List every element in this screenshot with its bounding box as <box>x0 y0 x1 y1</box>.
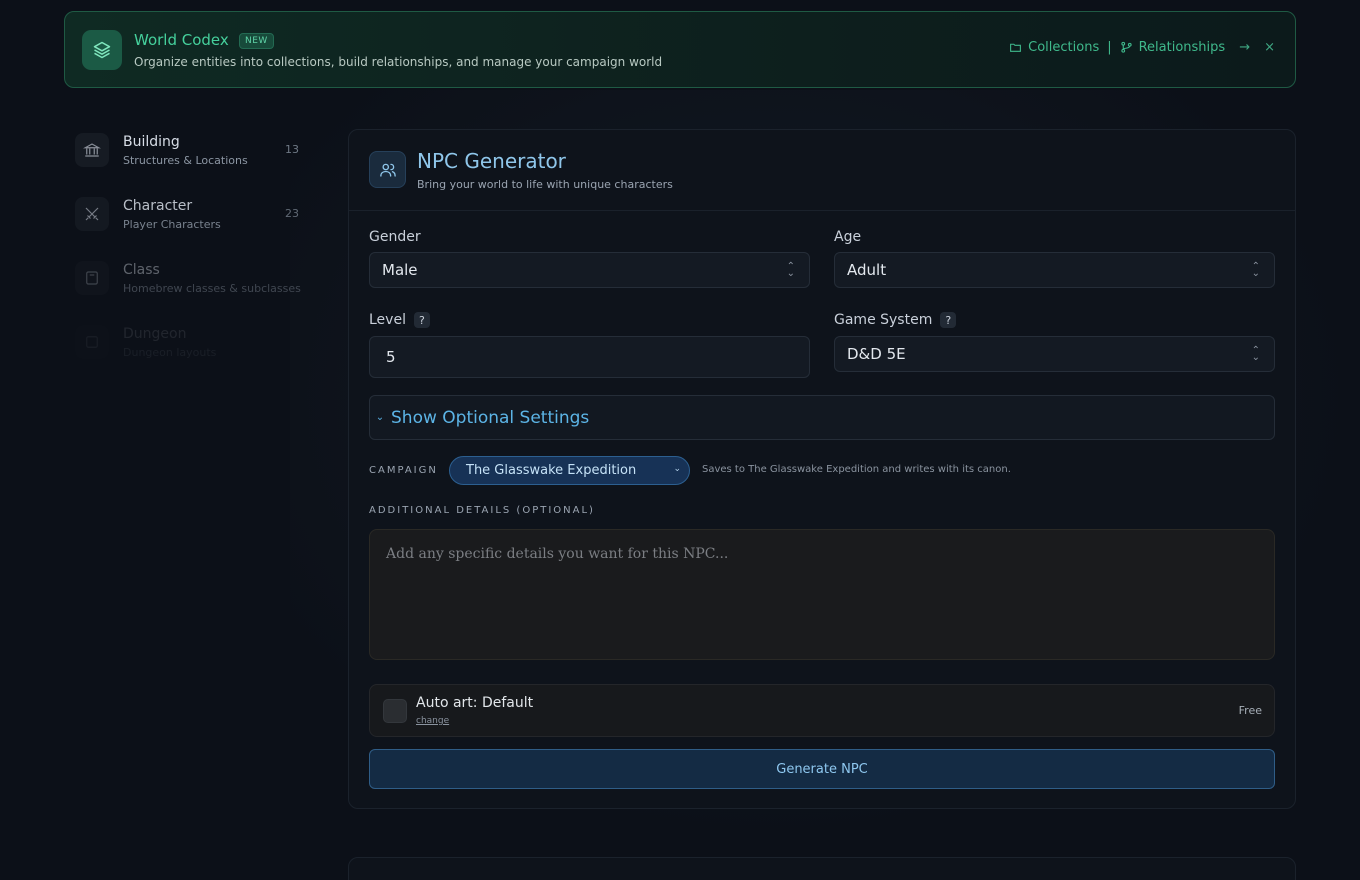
campaign-note: Saves to The Glasswake Expedition and wr… <box>702 464 1011 475</box>
dungeon-icon <box>75 325 109 359</box>
swords-icon <box>75 197 109 231</box>
auto-art-change-link[interactable]: change <box>416 716 449 726</box>
book-icon <box>75 261 109 295</box>
help-icon[interactable]: ? <box>413 312 430 328</box>
sidebar-item-description: Structures & Locations <box>123 154 248 167</box>
banner-links: Collections | Relationships → × <box>1009 40 1275 55</box>
game-system-select[interactable]: D&D 5E ⌃ ⌄ <box>834 336 1275 372</box>
auto-art-price: Free <box>1238 704 1262 717</box>
close-icon[interactable]: × <box>1264 40 1275 55</box>
sidebar-item-label: Building <box>123 134 180 150</box>
campaign-select[interactable]: The Glasswake Expedition ⌄ <box>449 456 690 485</box>
gender-label-text: Gender <box>369 229 421 245</box>
sidebar-item-description: Player Characters <box>123 218 221 231</box>
sidebar-item-count: 23 <box>285 207 299 220</box>
link-separator: | <box>1107 40 1112 55</box>
gender-select[interactable]: Male ⌃ ⌄ <box>369 252 810 288</box>
card-header: NPC Generator Bring your world to life w… <box>349 130 1295 211</box>
arrow-right-icon[interactable]: → <box>1239 40 1250 55</box>
campaign-label: CAMPAIGN <box>369 465 438 476</box>
chevrons-up-down-icon: ⌃ ⌄ <box>1251 261 1260 279</box>
game-system-label: Game System ? <box>834 312 957 328</box>
generate-npc-button[interactable]: Generate NPC <box>369 749 1275 789</box>
entity-type-list: Building Structures & Locations 13 Chara… <box>70 128 310 384</box>
level-label: Level ? <box>369 312 430 328</box>
details-textarea[interactable]: Add any specific details you want for th… <box>369 529 1275 660</box>
npc-generator-card: NPC Generator Bring your world to life w… <box>348 129 1296 809</box>
secondary-card <box>348 857 1296 880</box>
chevrons-up-down-icon: ⌃ ⌄ <box>786 261 795 279</box>
auto-art-title: Auto art: Default <box>416 695 534 711</box>
new-badge: NEW <box>239 33 274 49</box>
level-value: 5 <box>386 348 396 366</box>
sidebar-item-label: Dungeon <box>123 326 187 342</box>
folder-icon <box>1010 43 1022 52</box>
sidebar-item-class[interactable]: Class Homebrew classes & subclasses ... <box>70 256 310 320</box>
sidebar-item-label: Character <box>123 198 193 214</box>
sidebar-item-description: Dungeon layouts <box>123 346 217 359</box>
gender-value: Male <box>382 261 418 279</box>
details-placeholder: Add any specific details you want for th… <box>386 546 729 562</box>
chevron-down-icon: ⌄ <box>375 412 385 423</box>
level-label-text: Level <box>369 312 406 328</box>
sidebar-item-description: Homebrew classes & subclasses ... <box>123 282 303 295</box>
sidebar-item-character[interactable]: Character Player Characters 23 <box>70 192 310 256</box>
details-label: ADDITIONAL DETAILS (OPTIONAL) <box>369 505 595 516</box>
collections-link[interactable]: Collections <box>1009 40 1099 55</box>
age-value: Adult <box>847 261 887 279</box>
users-icon <box>369 151 406 188</box>
chevrons-up-down-icon: ⌃ ⌄ <box>1251 345 1260 363</box>
optional-settings-label: Show Optional Settings <box>391 407 590 428</box>
help-icon[interactable]: ? <box>940 312 957 328</box>
gender-label: Gender <box>369 229 421 245</box>
sidebar-item-label: Class <box>123 262 160 278</box>
age-select[interactable]: Adult ⌃ ⌄ <box>834 252 1275 288</box>
auto-art-option: Auto art: Default change Free <box>369 684 1275 737</box>
page-title: NPC Generator <box>417 149 566 173</box>
sidebar-item-building[interactable]: Building Structures & Locations 13 <box>70 128 310 192</box>
relationships-link[interactable]: Relationships <box>1120 40 1226 55</box>
layers-icon <box>82 30 122 70</box>
relationships-label: Relationships <box>1138 40 1226 55</box>
auto-art-checkbox[interactable] <box>383 699 407 723</box>
sidebar-item-dungeon[interactable]: Dungeon Dungeon layouts <box>70 320 310 384</box>
game-system-label-text: Game System <box>834 312 933 328</box>
level-input[interactable]: 5 <box>369 336 810 378</box>
banner-title: World Codex <box>134 31 229 49</box>
building-icon <box>75 133 109 167</box>
banner-description: Organize entities into collections, buil… <box>134 55 663 69</box>
game-system-value: D&D 5E <box>847 345 906 363</box>
optional-settings-toggle[interactable]: ⌄ Show Optional Settings <box>369 395 1275 440</box>
world-codex-banner: World Codex NEW Organize entities into c… <box>64 11 1296 88</box>
age-label: Age <box>834 229 861 245</box>
collections-label: Collections <box>1028 40 1100 55</box>
campaign-value: The Glasswake Expedition <box>466 463 637 478</box>
chevron-down-icon: ⌄ <box>673 464 681 474</box>
age-label-text: Age <box>834 229 862 245</box>
page-subtitle: Bring your world to life with unique cha… <box>417 178 673 191</box>
sidebar-item-count: 13 <box>285 143 299 156</box>
git-branch-icon <box>1120 41 1132 53</box>
